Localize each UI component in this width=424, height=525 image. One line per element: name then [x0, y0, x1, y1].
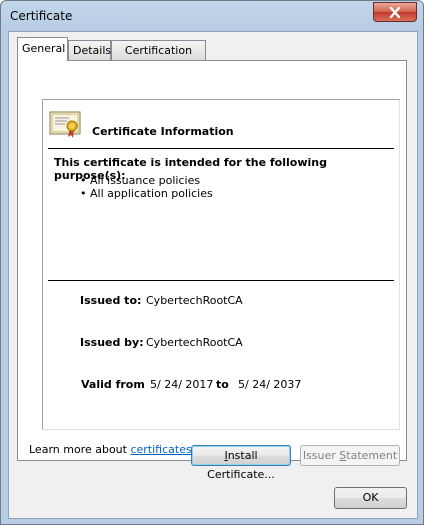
window-title: Certificate: [10, 9, 73, 23]
tab-general-label: General: [22, 42, 66, 55]
issuer-statement-label-end: tatement: [346, 449, 398, 462]
purpose-item: All application policies: [90, 187, 213, 200]
purpose-item: All issuance policies: [90, 174, 201, 187]
install-certificate-button[interactable]: Install Certificate...: [191, 445, 291, 481]
tab-certification-path[interactable]: Certification Path: [111, 40, 206, 77]
certificates-link[interactable]: certificates: [130, 443, 191, 456]
certificate-info-box: Certificate Information This certificate…: [42, 99, 400, 430]
issued-by-label: Issued by:: [80, 336, 144, 349]
tab-general[interactable]: General: [17, 37, 68, 61]
certificate-window: Certificate General Details Certificatio…: [0, 0, 424, 525]
learn-more-text: Learn more about: [29, 443, 131, 456]
ok-button[interactable]: OK: [334, 487, 407, 509]
close-button[interactable]: [373, 2, 417, 22]
valid-from-label: Valid from: [81, 378, 145, 391]
tab-details[interactable]: Details: [68, 40, 111, 60]
divider-bottom: [48, 280, 394, 281]
learn-more: Learn more about certificates: [29, 443, 192, 456]
issued-to-value: CybertechRootCA: [146, 294, 243, 307]
install-certificate-label: nstall Certificate...: [207, 449, 275, 481]
issuer-statement-label-start: Issuer: [302, 449, 340, 462]
title-bar[interactable]: Certificate: [1, 1, 423, 31]
issued-by-value: CybertechRootCA: [146, 336, 243, 349]
list-item: • All application policies: [80, 187, 213, 200]
purpose-list: • All issuance policies • All applicatio…: [80, 174, 213, 200]
valid-to-value: 5/ 24/ 2037: [238, 378, 302, 391]
valid-to-label: to: [216, 378, 229, 391]
close-icon: [389, 6, 401, 18]
list-item: • All issuance policies: [80, 174, 201, 187]
issuer-statement-button[interactable]: Issuer Statement: [300, 445, 400, 466]
certificate-info-heading: Certificate Information: [92, 125, 234, 138]
tab-details-label: Details: [73, 44, 112, 57]
general-tab-panel: Certificate Information This certificate…: [17, 60, 407, 481]
valid-from-value: 5/ 24/ 2017: [150, 378, 214, 391]
certificate-icon: [49, 111, 81, 138]
dialog-client: General Details Certification Path: [8, 31, 418, 519]
issued-to-label: Issued to:: [80, 294, 142, 307]
ok-button-label: OK: [362, 491, 379, 504]
divider-top: [48, 148, 394, 149]
